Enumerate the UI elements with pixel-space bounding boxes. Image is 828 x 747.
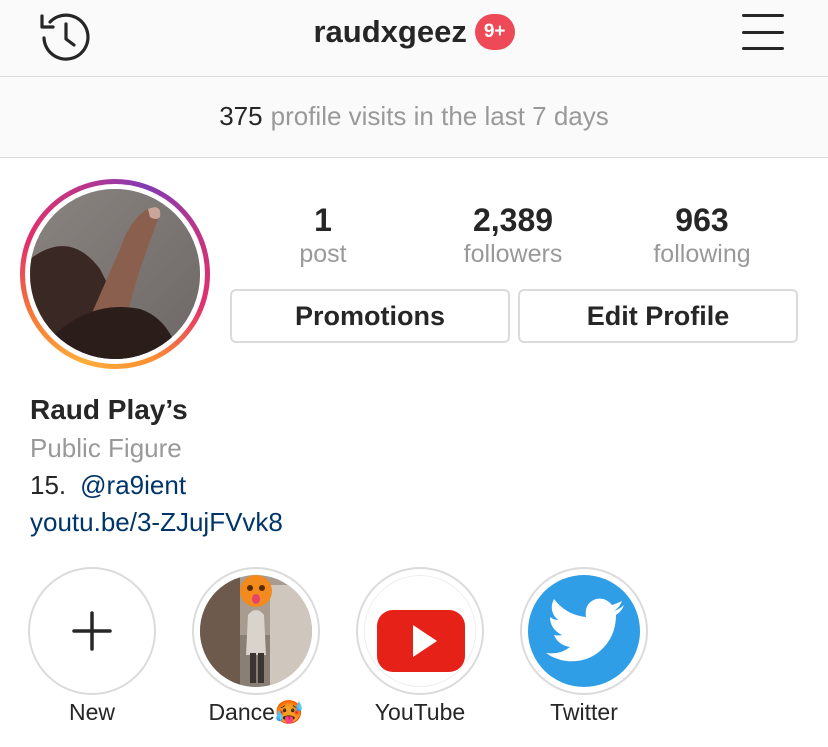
stat-label: post (299, 240, 347, 268)
highlight-circle (520, 567, 648, 695)
highlight-label: New (68, 699, 115, 725)
visit-text: profile visits in the last 7 days (270, 101, 609, 131)
title-area: raudxgeez 9+ (0, 14, 828, 50)
highlight-circle (192, 567, 320, 695)
highlight-dance[interactable]: Dance🥵 (191, 567, 321, 726)
highlight-circle (356, 567, 484, 695)
stat-label: followers (463, 240, 563, 268)
bio-text: 15. @ra9ient (30, 470, 186, 501)
stat-value: 963 (675, 202, 729, 238)
notification-badge: 9+ (474, 14, 515, 50)
bio-age: 15. (30, 470, 67, 500)
promotions-button[interactable]: Promotions (230, 289, 510, 343)
visit-count: 375 (219, 101, 263, 131)
highlight-circle (28, 567, 156, 695)
highlight-label: Twitter (550, 699, 618, 725)
twitter-bird-icon (528, 575, 640, 687)
highlight-twitter[interactable]: Twitter (519, 567, 649, 726)
highlight-label: Dance🥵 (208, 699, 304, 725)
bio-website-link[interactable]: youtu.be/3-ZJujFVvk8 (30, 507, 283, 538)
dance-photo (200, 575, 312, 687)
menu-line (742, 14, 784, 17)
plus-icon (72, 611, 112, 651)
stat-label: following (653, 240, 751, 268)
highlight-label: YouTube (374, 699, 466, 725)
youtube-icon (364, 575, 476, 687)
menu-line (742, 47, 784, 50)
stat-value: 2,389 (472, 202, 554, 238)
profile-display-name: Raud Play’s (30, 394, 188, 425)
profile-category: Public Figure (30, 433, 182, 463)
edit-profile-button[interactable]: Edit Profile (518, 289, 798, 343)
avatar-inner (25, 184, 205, 364)
avatar (30, 189, 200, 359)
bio-mention-link[interactable]: @ra9ient (80, 470, 186, 500)
highlight-youtube[interactable]: YouTube (355, 567, 485, 726)
profile-visits-banner[interactable]: 375 profile visits in the last 7 days (0, 77, 828, 158)
stat-followers[interactable]: 2,389 followers (428, 200, 598, 268)
menu-line (742, 31, 784, 34)
highlight-new[interactable]: New (27, 567, 157, 726)
avatar-story-ring[interactable] (20, 179, 210, 369)
stat-following[interactable]: 963 following (617, 200, 787, 268)
stat-value: 1 (314, 202, 332, 238)
top-bar: raudxgeez 9+ (0, 0, 828, 77)
username-title[interactable]: raudxgeez (313, 14, 466, 50)
hamburger-menu-icon[interactable] (740, 14, 786, 52)
stat-posts[interactable]: 1 post (238, 200, 408, 268)
